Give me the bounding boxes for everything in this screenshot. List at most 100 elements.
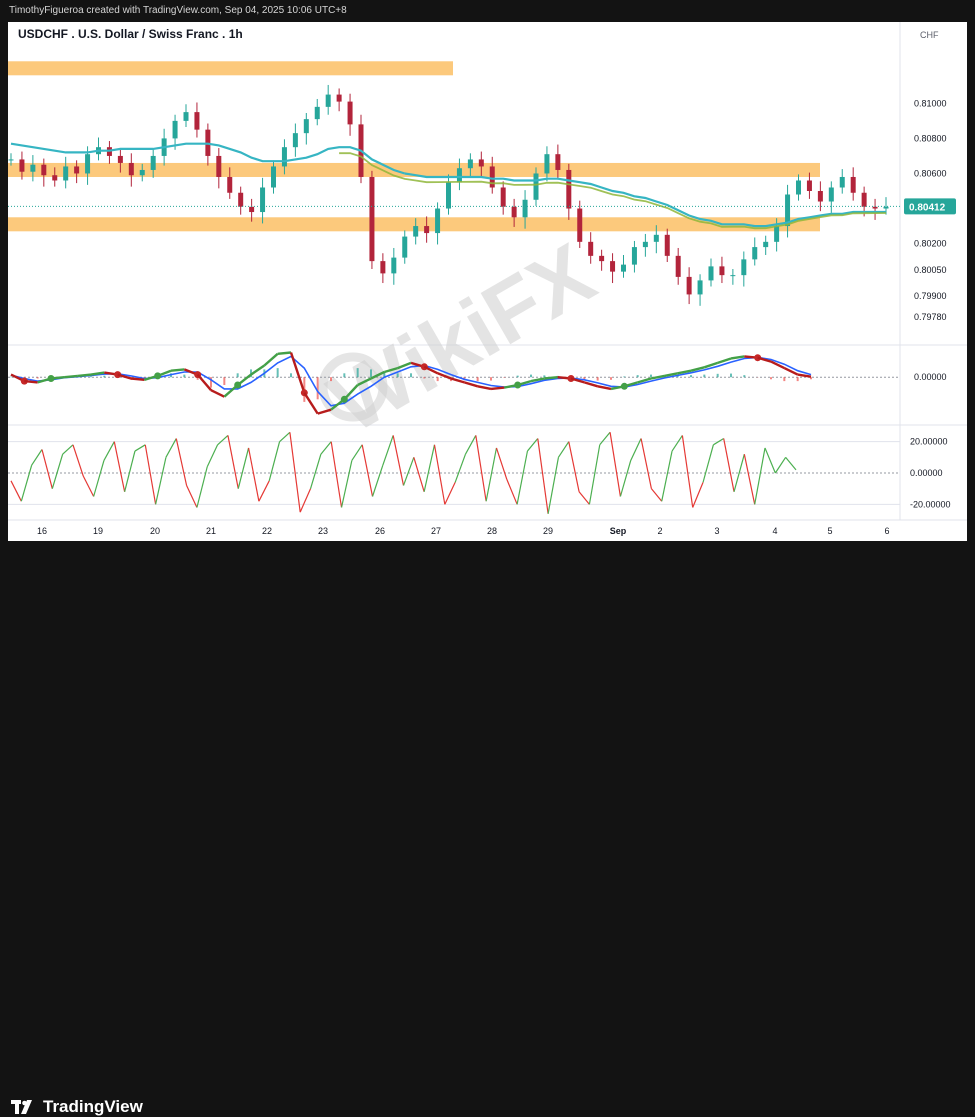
- osc-segment: [661, 450, 673, 502]
- candle-body: [511, 206, 517, 218]
- osc-segment: [423, 444, 436, 492]
- osc-segment: [10, 480, 22, 502]
- candle-body: [260, 187, 266, 213]
- candle-body: [446, 182, 451, 209]
- candle-body: [686, 276, 692, 295]
- candle-body: [52, 175, 58, 181]
- osc-segment: [51, 454, 64, 489]
- osc-segment: [320, 441, 332, 455]
- macd-tick-label: 0.00000: [914, 372, 947, 382]
- candle-body: [424, 226, 430, 234]
- osc-segment: [113, 441, 126, 492]
- candle-body: [883, 206, 889, 209]
- osc-segment: [537, 438, 549, 514]
- osc-segment: [650, 488, 663, 502]
- x-tick-label: 29: [543, 526, 553, 536]
- candle-body: [435, 208, 441, 234]
- candle-body: [347, 101, 353, 125]
- candle-body: [817, 191, 823, 202]
- osc-segment: [103, 441, 115, 461]
- macd-fast-segment: [797, 373, 812, 378]
- x-tick-label: 26: [375, 526, 385, 536]
- macd-fast-segment: [277, 351, 292, 355]
- osc-segment: [279, 431, 291, 443]
- candle-body: [413, 226, 419, 237]
- osc-segment: [371, 464, 384, 497]
- osc-segment: [444, 482, 456, 505]
- osc-segment: [702, 444, 714, 483]
- candle-body: [238, 192, 244, 207]
- macd-fast-segment: [64, 374, 78, 379]
- macd-fast-segment: [490, 386, 505, 391]
- candle-body: [763, 241, 769, 248]
- osc-segment: [671, 435, 683, 452]
- candle-body: [653, 234, 659, 242]
- candle-body: [522, 199, 528, 218]
- price-tick-label: 0.80800: [914, 133, 947, 143]
- candle-body: [30, 164, 36, 172]
- chart-canvas[interactable]: WikiFX USDCHF . U.S. Dollar / Swiss Fran…: [8, 22, 967, 541]
- osc-segment: [578, 491, 590, 505]
- osc-segment: [351, 444, 363, 461]
- candle-body: [303, 119, 309, 134]
- x-tick-label: 21: [206, 526, 216, 536]
- price-layer: [8, 84, 900, 306]
- chart-frame[interactable]: WikiFX USDCHF . U.S. Dollar / Swiss Fran…: [8, 22, 967, 541]
- footer: TradingView: [0, 541, 975, 1116]
- osc-segment: [568, 441, 580, 492]
- osc-segment: [382, 435, 394, 466]
- price-tick-label: 0.79900: [914, 291, 947, 301]
- macd-fast-segment: [250, 364, 266, 376]
- x-tick-label: 4: [772, 526, 777, 536]
- osc-segment: [82, 475, 95, 497]
- osc-segment: [774, 457, 787, 474]
- candle-body: [281, 147, 287, 167]
- x-tick-label: 28: [487, 526, 497, 536]
- candle-body: [500, 187, 506, 207]
- candle-body: [467, 159, 473, 169]
- macd-fast-segment: [597, 385, 612, 391]
- price-tick-label: 0.80050: [914, 265, 947, 275]
- osc-segment: [743, 454, 756, 505]
- candle-body: [183, 112, 189, 121]
- x-tick-label: 6: [884, 526, 889, 536]
- candle-body: [752, 247, 758, 260]
- candle-body: [19, 159, 25, 172]
- osc-segment: [330, 441, 343, 508]
- osc-segment: [268, 441, 281, 481]
- osc-segment: [299, 488, 312, 513]
- candle-body: [741, 259, 747, 276]
- candle-body: [216, 155, 222, 177]
- price-tick-label: 0.79780: [914, 312, 947, 322]
- macd-fast-segment: [77, 373, 92, 378]
- osc-segment: [599, 431, 611, 446]
- x-tick-label: 2: [657, 526, 662, 536]
- candle-body: [63, 166, 69, 181]
- currency-label: CHF: [920, 30, 939, 40]
- osc-segment: [723, 438, 735, 492]
- osc-segment: [495, 447, 508, 480]
- candle-body: [249, 206, 255, 213]
- osc-segment: [454, 453, 467, 483]
- candle-body: [599, 255, 605, 262]
- candle-body: [292, 133, 298, 148]
- candle-body: [8, 159, 14, 161]
- osc-segment: [247, 447, 260, 502]
- macd-fast-segment: [477, 385, 492, 391]
- candle-body: [391, 257, 397, 274]
- osc-segment: [557, 441, 570, 458]
- osc-tick-label: -20.00000: [910, 499, 951, 509]
- macd-fast-segment: [303, 392, 319, 415]
- candle-body: [577, 208, 583, 242]
- candle-body: [588, 241, 594, 256]
- candle-body: [271, 166, 276, 188]
- osc-segment: [144, 444, 157, 505]
- tradingview-logo[interactable]: TradingView: [11, 1097, 143, 1117]
- osc-segment: [124, 450, 136, 492]
- candle-body: [642, 241, 648, 248]
- osc-tick-label: 20.00000: [910, 437, 948, 447]
- x-tick-label: 5: [827, 526, 832, 536]
- candle-body: [533, 173, 539, 200]
- osc-segment: [237, 447, 250, 489]
- osc-segment: [227, 435, 239, 489]
